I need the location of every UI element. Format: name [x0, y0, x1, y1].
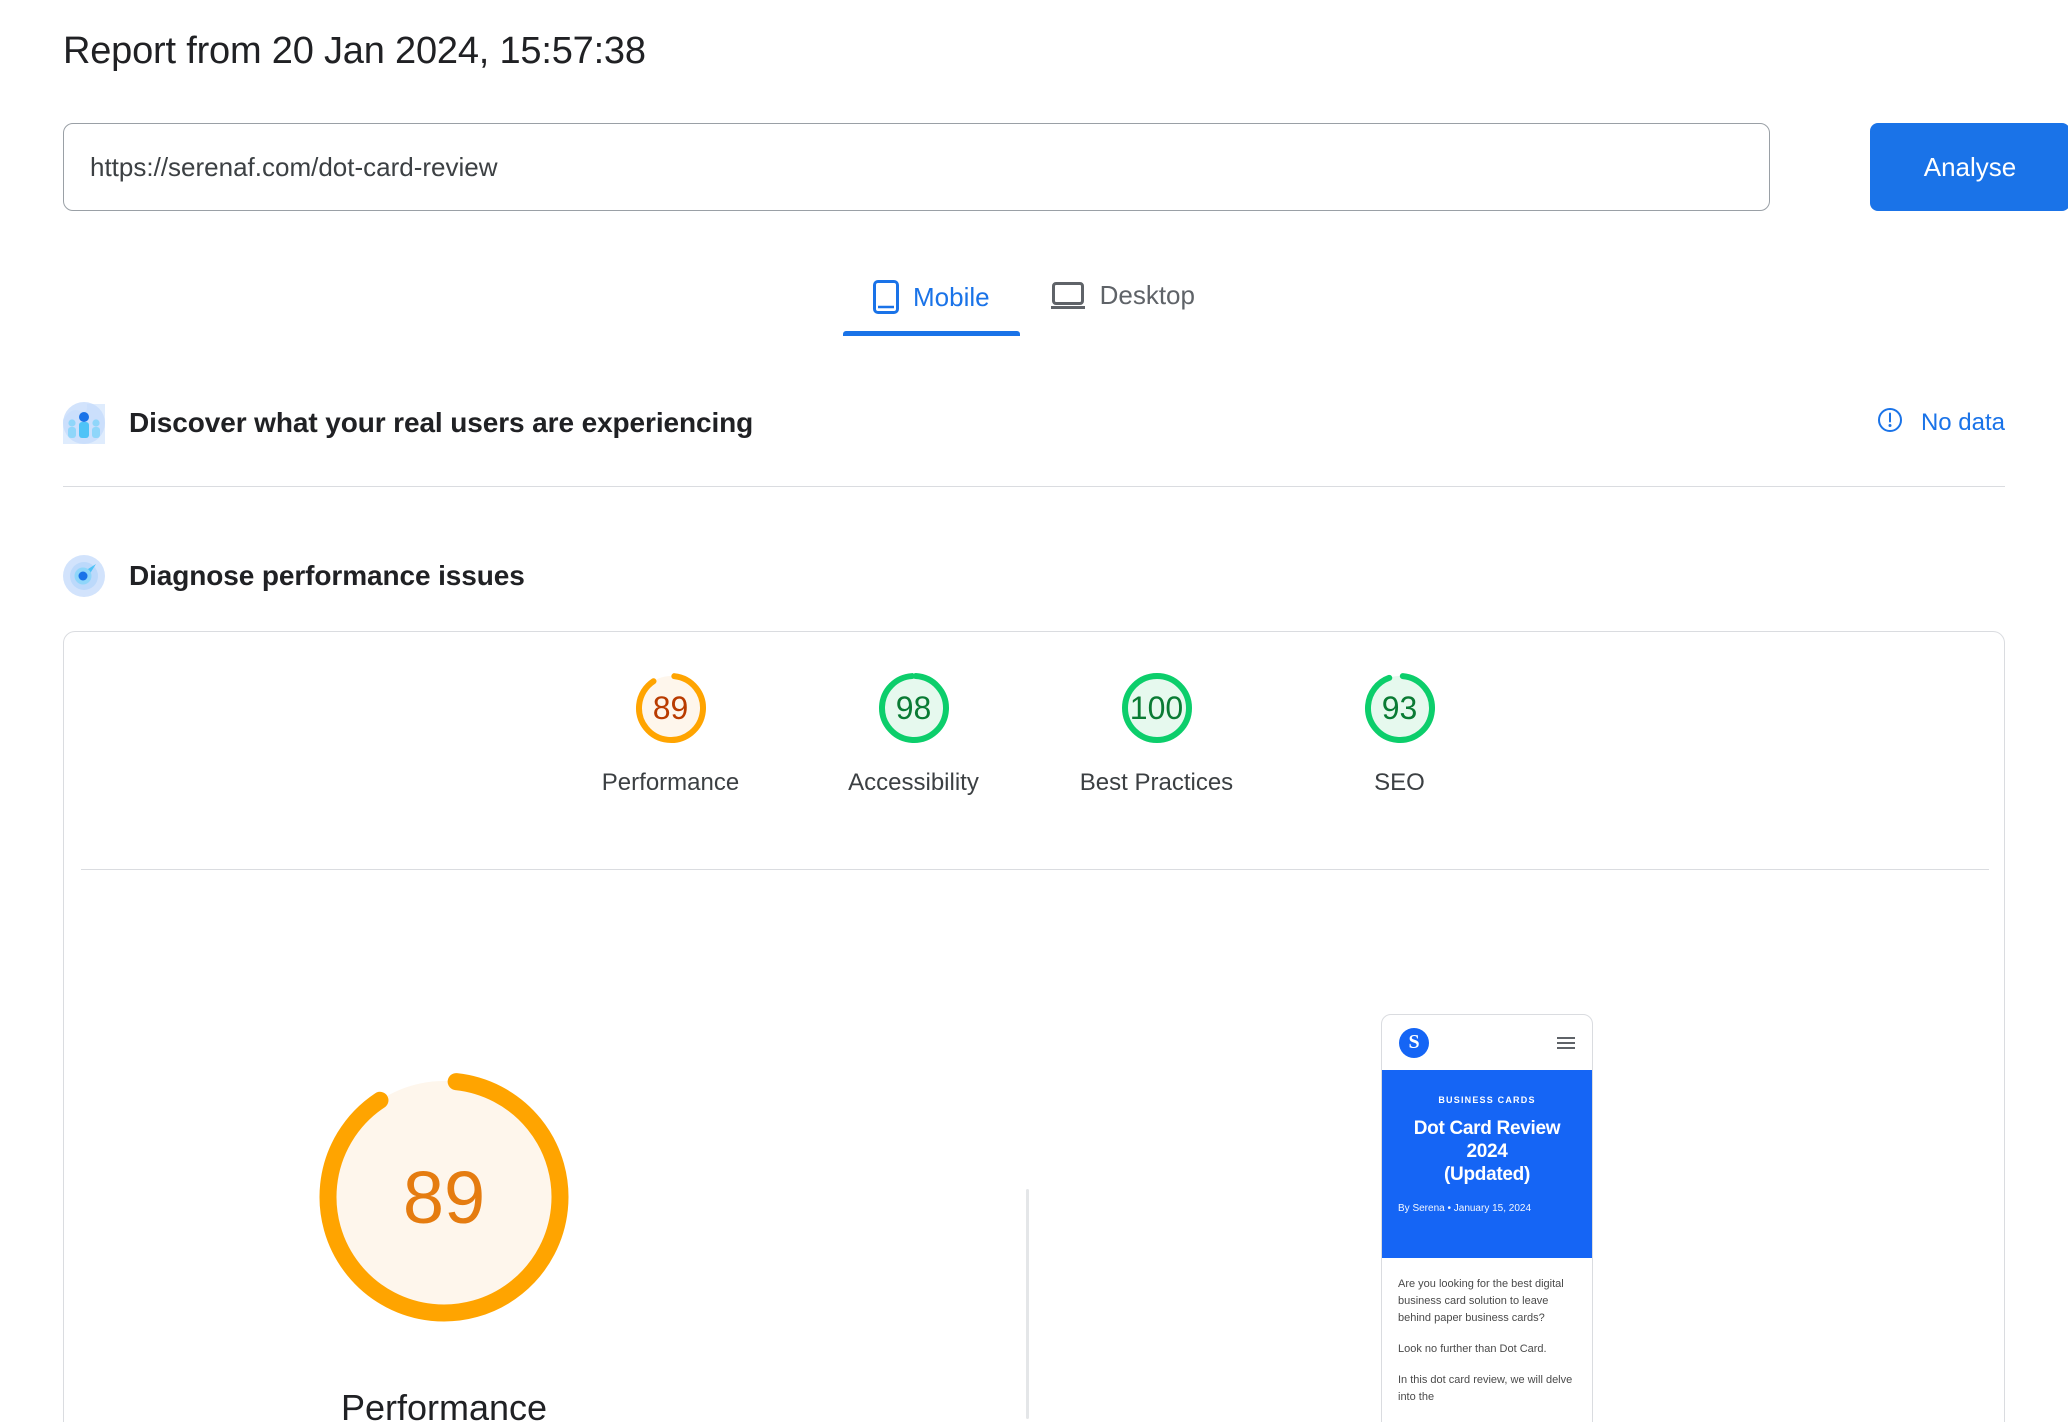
gauge-label-performance: Performance: [601, 769, 740, 796]
hero-heading-line1: Dot Card Review 2024: [1413, 1118, 1561, 1163]
gauge-value-performance: 89: [652, 689, 689, 726]
gauge-ring-accessibility: 98: [875, 669, 953, 747]
lab-data-title: Diagnose performance issues: [129, 560, 525, 591]
mobile-icon: [873, 280, 899, 314]
url-form: Analyse: [63, 123, 2068, 211]
field-data-status[interactable]: No data: [1877, 407, 2005, 440]
gauge-label-accessibility: Accessibility: [848, 769, 979, 796]
analyse-button[interactable]: Analyse: [1870, 123, 2068, 211]
thumbnail-paragraph: In this dot card review, we will delve i…: [1398, 1374, 1573, 1404]
page-title: Report from 20 Jan 2024, 15:57:38: [63, 30, 646, 72]
section-divider: [63, 486, 2005, 487]
gauge-accessibility[interactable]: 98 Accessibility: [792, 669, 1035, 797]
gauge-best-practices[interactable]: 100 Best Practices: [1035, 669, 1278, 797]
thumbnail-body: Are you looking for the best digital bus…: [1382, 1258, 1592, 1406]
field-data-title: Discover what your real users are experi…: [129, 407, 754, 438]
tab-mobile-label: Mobile: [913, 281, 990, 312]
hero-eyebrow: BUSINESS CARDS: [1438, 1095, 1536, 1105]
gauge-value-accessibility: 98: [895, 689, 932, 726]
desktop-icon: [1050, 281, 1086, 311]
speedometer-icon: [63, 555, 105, 597]
gauge-performance[interactable]: 89 Performance: [549, 669, 792, 797]
card-inner-divider: [81, 869, 1989, 870]
gauge-seo[interactable]: 93 SEO: [1278, 669, 1521, 797]
gauge-value-seo: 93: [1381, 689, 1418, 726]
thumbnail-hero: BUSINESS CARDS Dot Card Review 2024 (Upd…: [1382, 1070, 1592, 1258]
hamburger-icon: [1557, 1036, 1575, 1049]
tab-desktop-label: Desktop: [1099, 280, 1195, 310]
url-input[interactable]: [63, 123, 1770, 211]
score-gauges: 89 Performance 98 Accessibility 100 Best…: [64, 669, 2004, 797]
device-tabs: Mobile Desktop: [0, 272, 2068, 336]
thumbnail-navbar: S: [1382, 1015, 1592, 1070]
gauge-ring-seo: 93: [1361, 669, 1439, 747]
page-screenshot-thumbnail: S BUSINESS CARDS Dot Card Review 2024 (U…: [1381, 1014, 1593, 1422]
info-circle-icon: [1877, 407, 1903, 440]
gauge-label-seo: SEO: [1374, 769, 1425, 796]
pagespeed-report-page: Report from 20 Jan 2024, 15:57:38 Analys…: [0, 0, 2068, 1422]
thumbnail-paragraph: Look no further than Dot Card.: [1398, 1343, 1547, 1356]
featured-gauge-caption: Performance: [340, 1387, 548, 1422]
hero-heading-line2: (Updated): [1444, 1164, 1530, 1186]
field-data-section: Discover what your real users are experi…: [63, 395, 2005, 451]
gauge-value-best-practices: 100: [1129, 689, 1184, 726]
vertical-divider: [1026, 1189, 1029, 1419]
gauge-ring-best-practices: 100: [1118, 669, 1196, 747]
hero-byline: By Serena • January 15, 2024: [1398, 1202, 1532, 1214]
featured-gauge-value: 89: [402, 1155, 486, 1239]
real-users-icon: [63, 402, 105, 444]
tab-desktop[interactable]: Desktop: [1020, 272, 1225, 333]
lab-data-section: Diagnose performance issues: [63, 548, 2005, 604]
thumbnail-paragraph: Are you looking for the best digital bus…: [1398, 1278, 1564, 1325]
site-logo: S: [1399, 1027, 1429, 1058]
results-card: 89 Performance 98 Accessibility 100 Best…: [63, 631, 2005, 1422]
tab-mobile[interactable]: Mobile: [843, 272, 1020, 336]
gauge-ring-performance: 89: [632, 669, 710, 747]
gauge-label-best-practices: Best Practices: [1079, 769, 1234, 796]
featured-gauge: 89: [304, 1057, 584, 1337]
status-badge: No data: [1920, 409, 2005, 436]
